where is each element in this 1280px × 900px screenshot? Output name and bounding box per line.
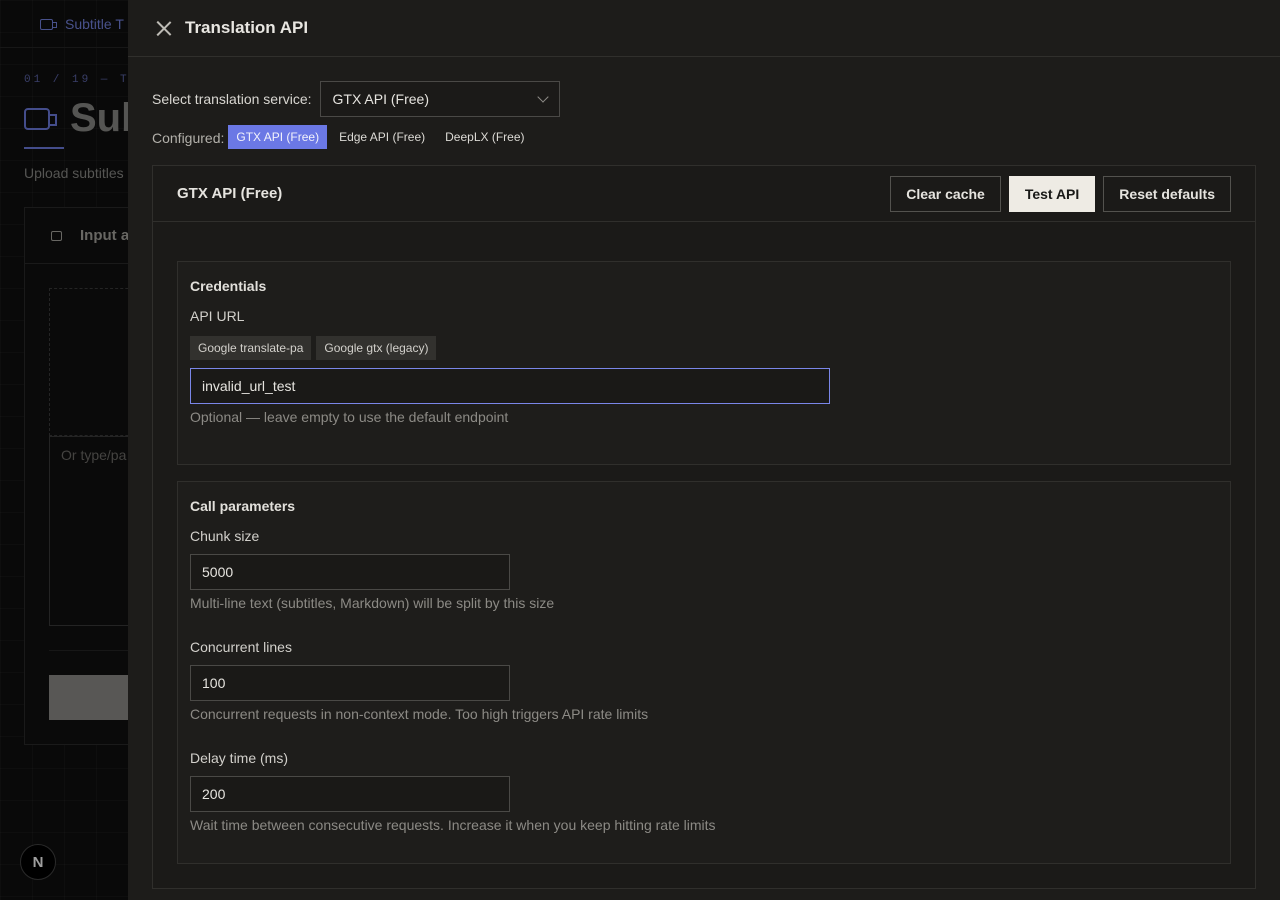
panel-header: GTX API (Free) Clear cache Test API Rese… <box>153 166 1255 222</box>
concurrent-lines-label: Concurrent lines <box>190 639 292 655</box>
configured-tag-edge[interactable]: Edge API (Free) <box>331 125 433 149</box>
service-settings-panel: GTX API (Free) Clear cache Test API Rese… <box>152 165 1256 889</box>
api-url-input[interactable]: invalid_url_test <box>190 368 830 404</box>
delay-time-label: Delay time (ms) <box>190 750 289 766</box>
concurrent-lines-input[interactable]: 100 <box>190 665 510 701</box>
test-api-button[interactable]: Test API <box>1008 175 1096 212</box>
service-selector-row: Select translation service: GTX API (Fre… <box>152 81 560 117</box>
delay-time-hint: Wait time between consecutive requests. … <box>190 817 716 833</box>
drawer-title: Translation API <box>185 18 309 37</box>
credentials-section: Credentials API URL Google translate-pa … <box>177 261 1231 465</box>
preset-gtx-legacy[interactable]: Google gtx (legacy) <box>316 336 437 360</box>
panel-title: GTX API (Free) <box>177 185 283 202</box>
service-label: Select translation service: <box>152 91 312 107</box>
configured-tag-gtx[interactable]: GTX API (Free) <box>228 125 328 149</box>
call-parameters-section: Call parameters Chunk size 5000 Multi-li… <box>177 481 1231 864</box>
api-url-presets: Google translate-pa Google gtx (legacy) <box>190 336 1218 360</box>
chunk-size-input[interactable]: 5000 <box>190 554 510 590</box>
api-url-label: API URL <box>190 308 245 324</box>
configured-services: Configured: GTX API (Free) Edge API (Fre… <box>152 125 537 149</box>
reset-defaults-button[interactable]: Reset defaults <box>1103 175 1231 212</box>
close-icon[interactable] <box>156 20 172 36</box>
panel-actions: Clear cache Test API Reset defaults <box>890 175 1231 212</box>
delay-time-field: Delay time (ms) 200 Wait time between co… <box>190 750 1218 833</box>
translation-api-drawer: Translation API Select translation servi… <box>128 0 1280 900</box>
configured-tag-deeplx[interactable]: DeepLX (Free) <box>437 125 532 149</box>
concurrent-lines-hint: Concurrent requests in non-context mode.… <box>190 706 649 722</box>
chunk-size-field: Chunk size 5000 Multi-line text (subtitl… <box>190 528 1218 611</box>
call-parameters-title: Call parameters <box>190 498 296 514</box>
preset-translate-pa[interactable]: Google translate-pa <box>190 336 312 360</box>
credentials-title: Credentials <box>190 278 267 294</box>
chunk-size-hint: Multi-line text (subtitles, Markdown) wi… <box>190 595 555 611</box>
api-url-hint: Optional — leave empty to use the defaul… <box>190 409 509 425</box>
delay-time-input[interactable]: 200 <box>190 776 510 812</box>
clear-cache-button[interactable]: Clear cache <box>890 175 1001 212</box>
chunk-size-label: Chunk size <box>190 528 260 544</box>
service-select[interactable]: GTX API (Free) <box>319 81 560 117</box>
chevron-down-icon <box>536 91 549 103</box>
modal-overlay[interactable] <box>0 0 128 900</box>
configured-label: Configured: <box>152 130 225 146</box>
concurrent-lines-field: Concurrent lines 100 Concurrent requests… <box>190 639 1218 722</box>
drawer-header: Translation API <box>128 0 1280 57</box>
service-select-value: GTX API (Free) <box>332 91 429 107</box>
